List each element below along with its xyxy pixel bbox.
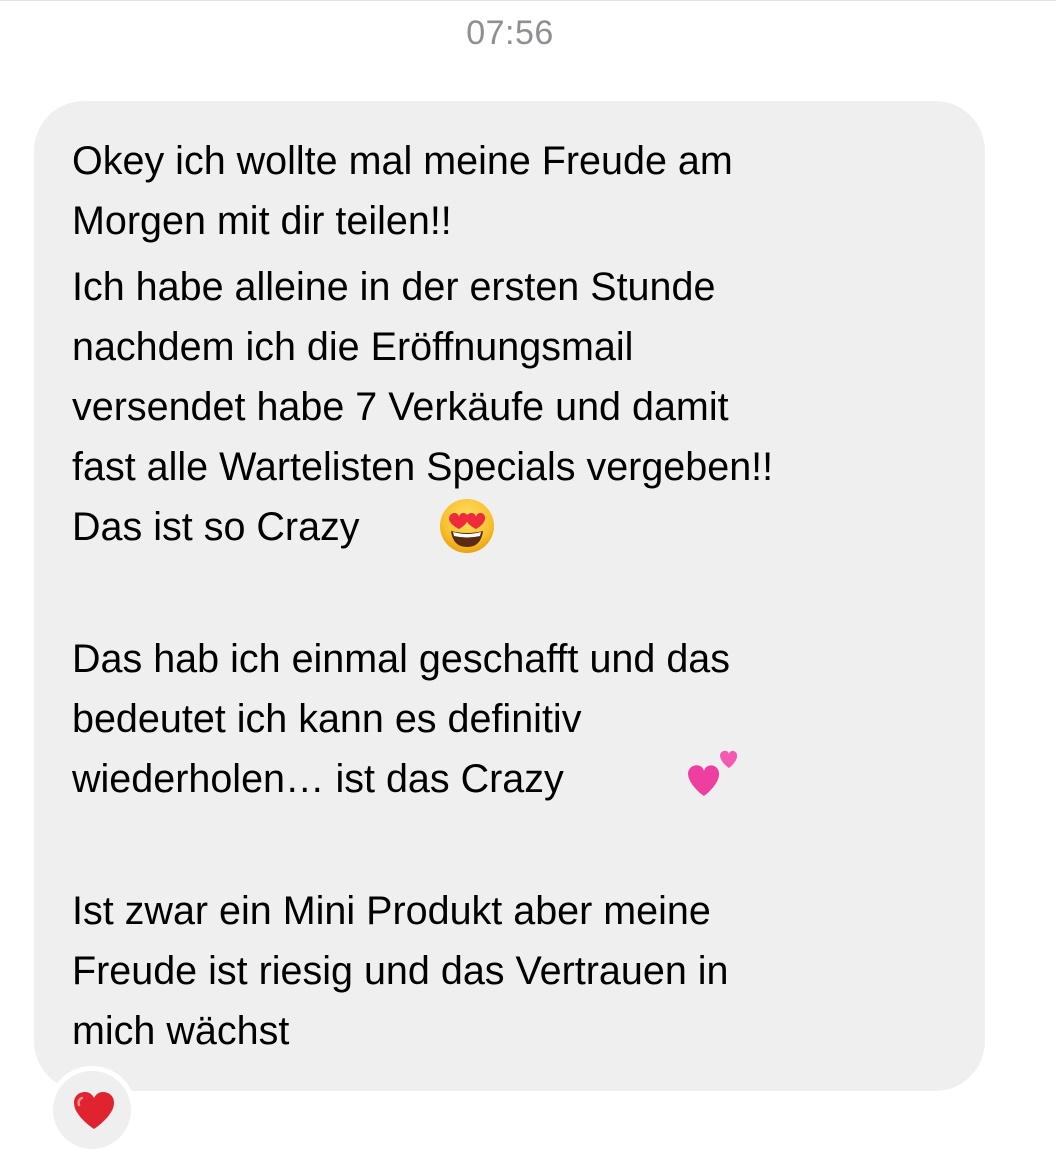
top-divider	[0, 0, 1056, 1]
message-line: versendet habe 7 Verkäufe und damit	[72, 385, 729, 429]
red-heart-icon	[74, 1092, 114, 1129]
two-hearts-emoji-icon	[688, 750, 738, 796]
message-line: fast alle Wartelisten Specials vergeben!…	[72, 445, 774, 489]
message-line: mich wächst	[72, 1009, 290, 1053]
message-line: Ist zwar ein Mini Produkt aber meine	[72, 889, 711, 933]
message-line: Das ist so Crazy	[72, 505, 360, 549]
message-line: Morgen mit dir teilen!!	[72, 199, 452, 243]
message-line: Freude ist riesig und das Vertrauen in	[72, 949, 729, 993]
message-line: Das hab ich einmal geschafft und das	[72, 637, 731, 681]
message-timestamp: 07:56	[466, 14, 554, 52]
message-line: Okey ich wollte mal meine Freude am	[72, 139, 733, 183]
message-line: bedeutet ich kann es definitiv	[72, 697, 582, 741]
message-line: nachdem ich die Eröffnungsmail	[72, 325, 634, 369]
reaction-badge[interactable]	[48, 1066, 136, 1154]
message-line: wiederholen… ist das Crazy	[72, 757, 564, 801]
message-bubble[interactable]	[34, 101, 985, 1091]
message-line: Ich habe alleine in der ersten Stunde	[72, 265, 716, 309]
heart-eyes-emoji-icon	[440, 499, 494, 553]
